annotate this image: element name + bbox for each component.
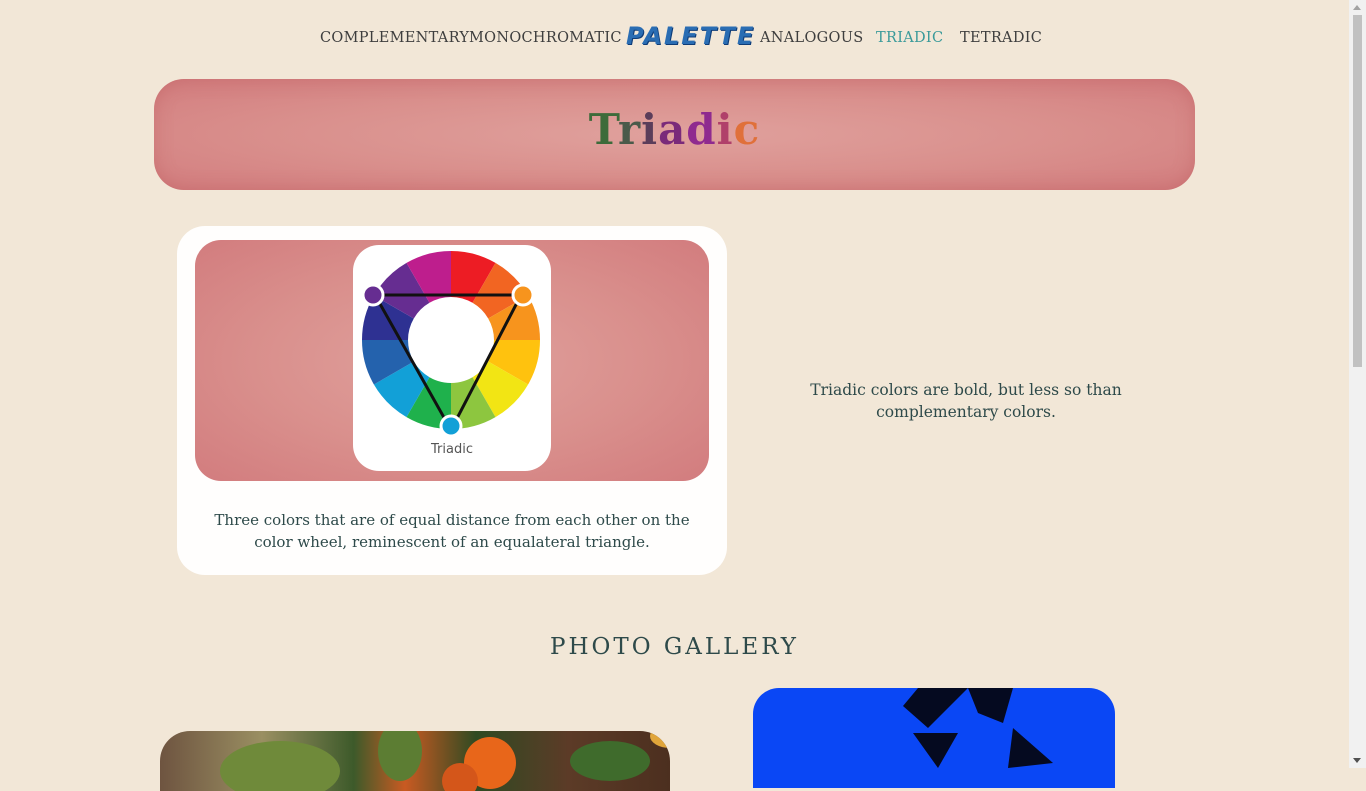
nav-triadic[interactable]: TRIADIC xyxy=(876,30,943,46)
scroll-down-arrow-icon[interactable] xyxy=(1353,758,1361,763)
title-letter: r xyxy=(617,105,642,154)
scroll-up-arrow-icon[interactable] xyxy=(1353,5,1361,10)
scroll-thumb[interactable] xyxy=(1353,15,1362,367)
wheel-caption: Triadic xyxy=(431,442,473,457)
hero-banner: Triadic xyxy=(154,79,1195,190)
vertical-scrollbar[interactable] xyxy=(1349,0,1366,768)
title-letter: i xyxy=(641,105,659,154)
gallery-photo-blue[interactable] xyxy=(753,688,1115,788)
blue-pattern-image xyxy=(903,688,1053,768)
title-letter: d xyxy=(686,105,717,154)
card-image-frame: Triadic xyxy=(195,240,709,481)
triadic-summary: Triadic colors are bold, but less so tha… xyxy=(810,381,1122,421)
color-wheel-icon xyxy=(361,250,540,438)
nav-monochromatic[interactable]: MONOCHROMATIC xyxy=(469,30,622,46)
title-letter: c xyxy=(733,105,761,154)
page-title: Triadic xyxy=(154,105,1195,154)
title-letter: i xyxy=(716,105,734,154)
top-navigation: COMPLEMENTARY MONOCHROMATIC PALETTE ANAL… xyxy=(0,0,1349,78)
color-wheel-image: Triadic xyxy=(353,245,551,471)
card-description: Three colors that are of equal distance … xyxy=(214,511,690,551)
nav-complementary[interactable]: COMPLEMENTARY xyxy=(320,30,469,46)
gallery-photo-produce[interactable] xyxy=(160,731,670,791)
palette-logo[interactable]: PALETTE xyxy=(626,22,755,50)
triadic-card: Triadic Three colors that are of equal d… xyxy=(177,226,727,575)
produce-image xyxy=(220,731,670,791)
title-letter: T xyxy=(588,105,618,154)
title-letter: a xyxy=(658,105,687,154)
gallery-heading: PHOTO GALLERY xyxy=(549,634,799,660)
nav-analogous[interactable]: ANALOGOUS xyxy=(760,30,863,46)
nav-tetradic[interactable]: TETRADIC xyxy=(960,30,1042,46)
